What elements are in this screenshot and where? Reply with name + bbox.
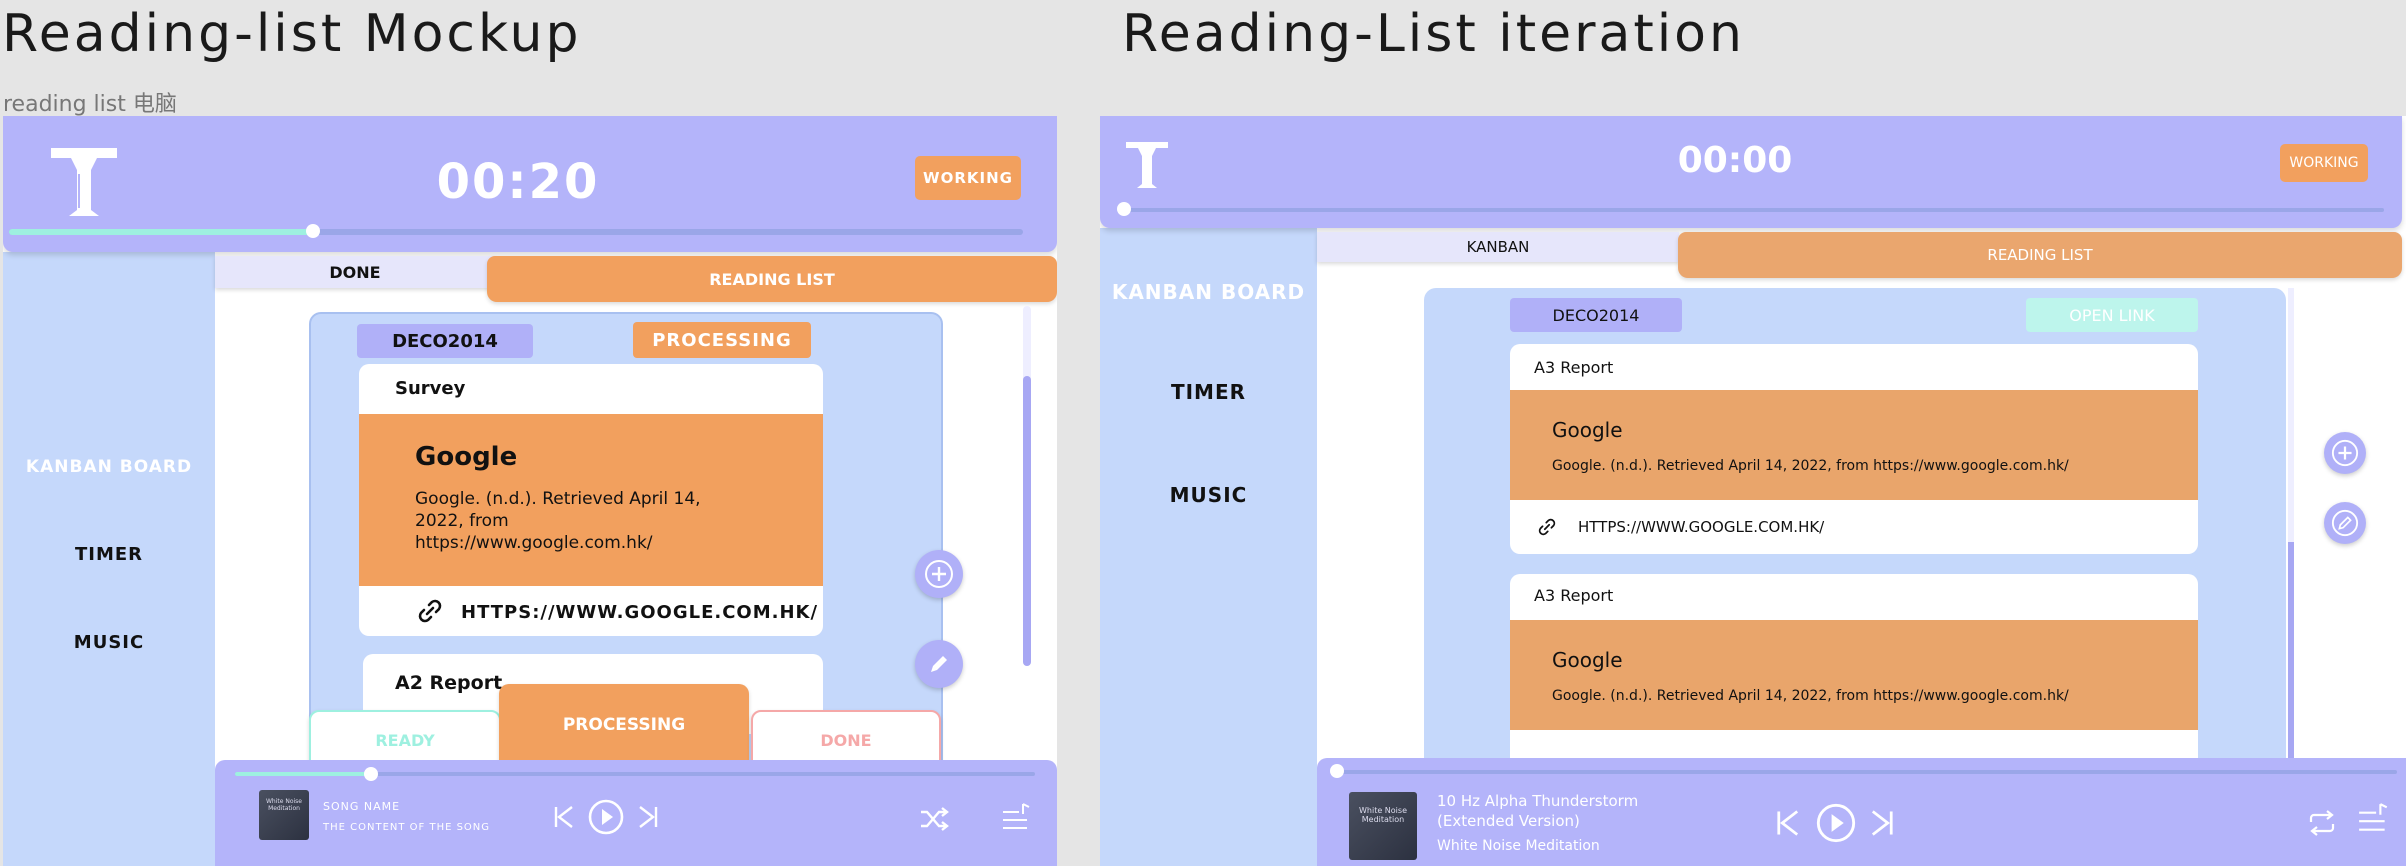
link-icon[interactable] xyxy=(415,596,445,630)
song-title-line2: (Extended Version) xyxy=(1437,812,1580,830)
card-body: Google Google. (n.d.). Retrieved April 1… xyxy=(1510,390,2198,500)
repeat-icon[interactable] xyxy=(2307,810,2337,836)
sidebar: KANBAN BOARD TIMER MUSIC xyxy=(3,252,215,866)
card-citation: Google. (n.d.). Retrieved April 14, 2022… xyxy=(1552,458,2069,474)
song-title-line1: 10 Hz Alpha Thunderstorm xyxy=(1437,792,1639,810)
plus-icon xyxy=(925,560,953,588)
song-content: THE CONTENT OF THE SONG xyxy=(323,822,491,833)
open-link-button[interactable]: OPEN LINK xyxy=(2026,298,2198,332)
sidebar-item-timer[interactable]: TIMER xyxy=(1100,380,1317,404)
scrollbar-track[interactable] xyxy=(1023,306,1031,666)
pencil-icon xyxy=(931,656,947,672)
timer-display: 00:00 xyxy=(1677,140,1793,181)
tab-kanban[interactable]: KANBAN xyxy=(1317,232,1679,262)
pencil-icon xyxy=(2331,509,2359,537)
play-icon[interactable] xyxy=(1815,802,1857,844)
card-link[interactable]: HTTPS://WWW.GOOGLE.COM.HK/ xyxy=(1578,518,1824,536)
tab-reading-list[interactable]: READING LIST xyxy=(1678,232,2402,278)
frame-title-iteration: Reading-List iteration xyxy=(1122,4,1745,64)
card-header: Survey xyxy=(395,378,466,399)
processing-label: PROCESSING xyxy=(633,322,811,358)
edit-button[interactable] xyxy=(915,640,963,688)
scrollbar-thumb[interactable] xyxy=(1023,376,1031,666)
play-icon[interactable] xyxy=(587,798,625,836)
timer-header: 00:00 WORKING xyxy=(1100,116,2402,228)
course-label: DECO2014 xyxy=(1510,298,1682,332)
sidebar-item-kanban[interactable]: KANBAN BOARD xyxy=(1100,280,1317,304)
progress-track[interactable] xyxy=(9,224,1023,238)
reading-card[interactable]: A3 Report Google Google. (n.d.). Retriev… xyxy=(1510,344,2198,554)
card-body: Google Google. (n.d.). Retrieved April 1… xyxy=(1510,620,2198,730)
card-header: A2 Report xyxy=(395,672,503,694)
card-title: Google xyxy=(1552,418,1623,442)
timer-display: 00:20 xyxy=(436,154,600,210)
mockup-frame: KANBAN BOARD TIMER MUSIC 00:20 WORKING D… xyxy=(3,116,1057,866)
sidebar-item-music[interactable]: MUSIC xyxy=(3,632,215,653)
player-progress-fill xyxy=(235,772,371,776)
playlist-icon[interactable] xyxy=(1001,802,1033,834)
progress-track[interactable] xyxy=(1117,202,2384,216)
tab-processing[interactable]: PROCESSING xyxy=(499,684,749,766)
song-artist: White Noise Meditation xyxy=(1437,838,1600,854)
link-icon[interactable] xyxy=(1536,516,1558,542)
edit-button[interactable] xyxy=(2324,502,2366,544)
next-icon[interactable] xyxy=(635,804,661,830)
iteration-frame: KANBAN BOARD TIMER MUSIC 00:00 WORKING K… xyxy=(1100,116,2406,866)
player-progress-track[interactable] xyxy=(235,767,1035,781)
shuffle-icon[interactable] xyxy=(919,806,949,832)
sidebar-item-kanban[interactable]: KANBAN BOARD xyxy=(3,457,215,477)
status-badge[interactable]: WORKING xyxy=(2280,144,2368,182)
previous-icon[interactable] xyxy=(551,804,577,830)
song-name: SONG NAME xyxy=(323,800,401,813)
frame-title-mockup: Reading-list Mockup xyxy=(2,4,582,64)
course-label: DECO2014 xyxy=(357,324,533,358)
card-link[interactable]: HTTPS://WWW.GOOGLE.COM.HK/ xyxy=(461,602,818,623)
card-title: Google xyxy=(1552,648,1623,672)
sidebar-item-timer[interactable]: TIMER xyxy=(3,544,215,565)
sidebar-item-music[interactable]: MUSIC xyxy=(1100,483,1317,507)
album-art: White Noise Meditation xyxy=(1349,792,1417,860)
tab-reading-list[interactable]: READING LIST xyxy=(487,256,1057,302)
album-art-text: White Noise Meditation xyxy=(1359,806,1407,824)
progress-knob[interactable] xyxy=(306,224,321,238)
music-player: White Noise Meditation SONG NAME THE CON… xyxy=(215,760,1057,866)
previous-icon[interactable] xyxy=(1773,808,1803,838)
progress-knob[interactable] xyxy=(1117,202,1131,216)
card-body: Google Google. (n.d.). Retrieved April 1… xyxy=(359,414,823,586)
card-title: Google xyxy=(415,442,518,472)
progress-fill xyxy=(9,229,314,235)
tab-done[interactable]: DONE xyxy=(215,256,495,288)
card-citation: Google. (n.d.). Retrieved April 14, 2022… xyxy=(415,489,701,553)
next-icon[interactable] xyxy=(1867,808,1897,838)
playlist-icon[interactable] xyxy=(2357,802,2391,836)
add-button[interactable] xyxy=(915,550,963,598)
player-progress-track[interactable] xyxy=(1330,764,2397,778)
reading-card-2[interactable]: A3 Report Google Google. (n.d.). Retriev… xyxy=(1510,574,2198,774)
add-button[interactable] xyxy=(2324,432,2366,474)
logo-icon xyxy=(49,146,119,222)
card-citation: Google. (n.d.). Retrieved April 14, 2022… xyxy=(1552,688,2069,704)
album-art-text: White Noise Meditation xyxy=(266,798,302,812)
player-progress-knob[interactable] xyxy=(364,767,378,781)
card-header: A3 Report xyxy=(1534,586,1614,605)
plus-icon xyxy=(2331,439,2359,467)
album-art: White Noise Meditation xyxy=(259,790,309,840)
reading-card[interactable]: Survey Google Google. (n.d.). Retrieved … xyxy=(359,364,823,636)
logo-icon xyxy=(1124,140,1170,194)
frame-subtitle-mockup: reading list 电脑 xyxy=(3,92,177,117)
music-player: White Noise Meditation 10 Hz Alpha Thund… xyxy=(1317,758,2406,866)
player-progress-knob[interactable] xyxy=(1330,764,1344,778)
card-header: A3 Report xyxy=(1534,358,1614,377)
status-badge[interactable]: WORKING xyxy=(915,156,1021,200)
timer-header: 00:20 WORKING xyxy=(3,116,1057,252)
sidebar: KANBAN BOARD TIMER MUSIC xyxy=(1100,228,1317,866)
